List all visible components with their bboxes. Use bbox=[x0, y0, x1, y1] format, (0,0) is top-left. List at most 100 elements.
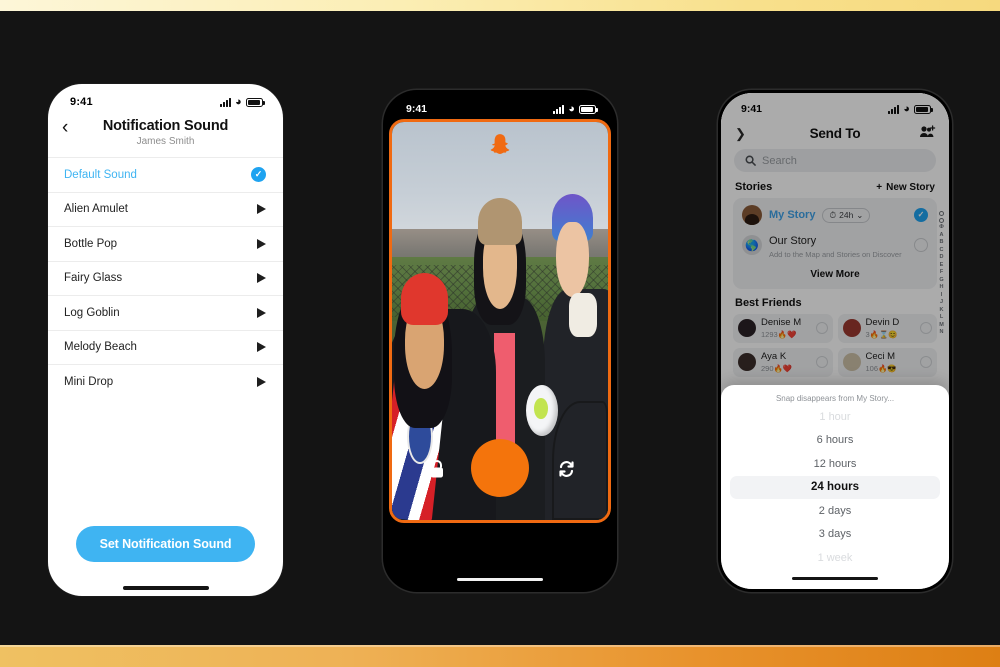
radio-unselected[interactable] bbox=[815, 322, 828, 335]
avatar bbox=[742, 205, 762, 225]
friend-card[interactable]: Denise M 1293🔥❤️ bbox=[733, 314, 833, 343]
duration-option-3-days[interactable]: 3 days bbox=[721, 523, 949, 547]
alpha-letter[interactable]: M bbox=[939, 322, 944, 328]
set-notification-sound-button[interactable]: Set Notification Sound bbox=[75, 526, 256, 562]
duration-option-2-days[interactable]: 2 days bbox=[721, 499, 949, 523]
play-icon[interactable] bbox=[257, 204, 266, 215]
sound-row-default[interactable]: Default Sound ✓ bbox=[48, 157, 283, 192]
signal-icon bbox=[220, 97, 232, 107]
our-story-row[interactable]: 🌎 Our Story Add to the Map and Stories o… bbox=[742, 231, 928, 259]
signal-icon bbox=[888, 104, 900, 114]
clock-icon bbox=[939, 217, 944, 223]
sound-label: Log Goblin bbox=[64, 306, 120, 319]
duration-chip[interactable]: ⏱ 24h ⌄ bbox=[822, 207, 871, 223]
our-story-label: Our Story bbox=[769, 235, 817, 247]
alpha-letter[interactable]: D bbox=[940, 254, 944, 260]
bottom-accent-strip bbox=[0, 645, 1000, 667]
alpha-letter[interactable]: J bbox=[940, 299, 943, 305]
chevron-down-icon: ⌄ bbox=[856, 209, 864, 220]
sound-row-fairy-glass[interactable]: Fairy Glass bbox=[48, 260, 283, 296]
alpha-letter[interactable]: N bbox=[940, 329, 944, 335]
presentation-stage: 9:41 ◕ ‹ Notification Sound James Smith … bbox=[0, 11, 1000, 645]
best-friends-grid: Denise M 1293🔥❤️ Devin D 3🔥⌛😊 Aya K 290🔥… bbox=[721, 314, 949, 377]
sheet-title: Snap disappears from My Story... bbox=[775, 394, 895, 403]
chevron-down-icon[interactable]: ❯ bbox=[735, 127, 746, 140]
radio-unselected[interactable] bbox=[920, 322, 932, 335]
duration-option-1-hour[interactable]: 1 hour bbox=[721, 405, 949, 429]
duration-option-24-hours[interactable]: 24 hours bbox=[730, 475, 940, 499]
search-placeholder: Search bbox=[762, 154, 797, 167]
play-icon[interactable] bbox=[257, 238, 266, 249]
duration-option-1-week[interactable]: 1 week bbox=[721, 546, 949, 570]
avatar bbox=[738, 319, 756, 338]
sound-row-bottle-pop[interactable]: Bottle Pop bbox=[48, 226, 283, 261]
camera-flip-icon[interactable] bbox=[557, 460, 576, 479]
lock-icon[interactable] bbox=[429, 460, 445, 479]
battery-icon bbox=[914, 104, 933, 114]
play-icon[interactable] bbox=[257, 342, 266, 353]
wifi-icon: ◕ bbox=[903, 102, 910, 115]
sound-list: Default Sound ✓ Alien Amulet Bottle Pop … bbox=[48, 157, 283, 399]
avatar bbox=[842, 319, 861, 338]
friend-name: Denise M bbox=[761, 317, 802, 328]
duration-picker-sheet: Snap disappears from My Story... 1 hour … bbox=[721, 385, 949, 589]
search-input[interactable]: Search bbox=[734, 149, 936, 172]
status-time: 9:41 bbox=[70, 96, 93, 108]
recent-icon bbox=[939, 211, 944, 216]
friend-name: Devin D bbox=[865, 317, 900, 328]
friend-streak: 1293🔥❤️ bbox=[761, 329, 797, 339]
alpha-letter[interactable]: G bbox=[939, 277, 943, 283]
alpha-letter[interactable]: A bbox=[940, 232, 944, 238]
home-indicator bbox=[48, 580, 283, 596]
alphabet-index[interactable]: Φ A B C D E F G H I J K L M N bbox=[936, 211, 947, 335]
alpha-letter[interactable]: I bbox=[941, 292, 943, 298]
phone-notification-sound: 9:41 ◕ ‹ Notification Sound James Smith … bbox=[48, 84, 283, 596]
radio-unselected[interactable] bbox=[920, 356, 932, 369]
page-header: ‹ Notification Sound James Smith bbox=[48, 114, 283, 157]
duration-option-12-hours[interactable]: 12 hours bbox=[721, 452, 949, 476]
alpha-letter[interactable]: E bbox=[940, 262, 944, 268]
alpha-letter[interactable]: L bbox=[940, 314, 943, 320]
page-subtitle: James Smith bbox=[136, 136, 195, 147]
new-story-button[interactable]: + New Story bbox=[876, 182, 935, 193]
sound-row-alien-amulet[interactable]: Alien Amulet bbox=[48, 191, 283, 227]
sound-row-mini-drop[interactable]: Mini Drop bbox=[48, 364, 283, 399]
cta-container: Set Notification Sound bbox=[48, 526, 283, 580]
alpha-letter[interactable]: H bbox=[940, 284, 944, 290]
my-story-row[interactable]: My Story ⏱ 24h ⌄ ✓ bbox=[742, 205, 928, 225]
stories-card: My Story ⏱ 24h ⌄ ✓ 🌎 Our Story Add to th… bbox=[733, 198, 937, 289]
friend-card[interactable]: Aya K 290🔥❤️ bbox=[733, 347, 833, 377]
alpha-letter[interactable]: F bbox=[940, 269, 943, 275]
plus-icon: + bbox=[876, 181, 883, 193]
sound-label: Melody Beach bbox=[64, 341, 137, 354]
friend-card[interactable]: Devin D 3🔥⌛😊 bbox=[837, 314, 937, 343]
our-story-subtitle: Add to the Map and Stories on Discover bbox=[769, 250, 902, 259]
sound-label: Alien Amulet bbox=[64, 203, 128, 216]
send-to-header: ❯ Send To bbox=[721, 119, 949, 147]
sound-row-melody-beach[interactable]: Melody Beach bbox=[48, 329, 283, 365]
sound-row-log-goblin[interactable]: Log Goblin bbox=[48, 295, 283, 330]
alpha-letter[interactable]: B bbox=[940, 239, 944, 245]
play-icon[interactable] bbox=[257, 307, 266, 318]
sound-label: Fairy Glass bbox=[64, 272, 123, 285]
alpha-letter[interactable]: C bbox=[940, 247, 944, 253]
camera-controls bbox=[392, 438, 608, 498]
alpha-letter[interactable]: K bbox=[940, 307, 944, 313]
friend-streak: 3🔥⌛😊 bbox=[865, 329, 898, 339]
view-more-button[interactable]: View More bbox=[742, 265, 928, 284]
play-icon[interactable] bbox=[257, 376, 266, 387]
shutter-button[interactable] bbox=[471, 439, 529, 497]
back-button[interactable]: ‹ bbox=[62, 118, 68, 137]
friend-card[interactable]: Ceci M 106🔥😎 bbox=[837, 347, 937, 377]
add-friends-icon[interactable] bbox=[919, 125, 936, 139]
best-friends-title: Best Friends bbox=[735, 297, 802, 309]
duration-option-6-hours[interactable]: 6 hours bbox=[721, 429, 949, 453]
snapchat-ghost-icon bbox=[490, 134, 510, 154]
radio-unselected[interactable] bbox=[914, 238, 928, 252]
play-icon[interactable] bbox=[257, 273, 266, 284]
friend-streak: 106🔥😎 bbox=[865, 363, 897, 373]
new-story-label: New Story bbox=[886, 181, 935, 193]
radio-unselected[interactable] bbox=[815, 356, 828, 369]
page-title: Notification Sound bbox=[102, 118, 229, 134]
page-title: Send To bbox=[809, 125, 861, 141]
